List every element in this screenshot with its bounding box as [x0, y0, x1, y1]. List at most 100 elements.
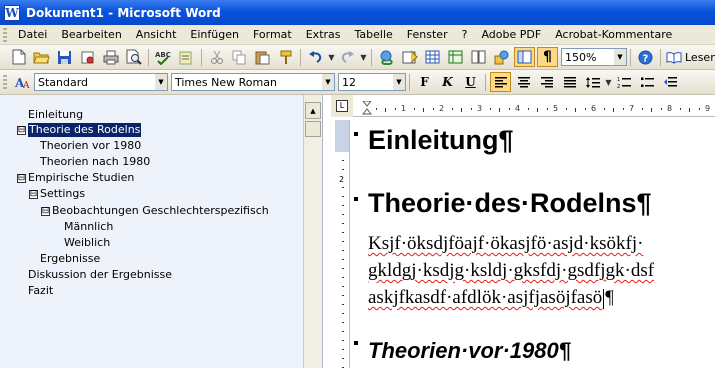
- left-tab-stop-icon[interactable]: L: [336, 100, 348, 112]
- bullets-icon[interactable]: [637, 72, 658, 92]
- toolbar-grip-icon[interactable]: [3, 75, 7, 89]
- line-spacing-dropdown-icon[interactable]: ▼: [604, 78, 613, 87]
- hyperlink-icon[interactable]: [376, 47, 397, 67]
- menu-adobe-pdf[interactable]: Adobe PDF: [474, 28, 548, 41]
- paste-icon[interactable]: [252, 47, 273, 67]
- doc-map-item-theorie-des-rodelns[interactable]: ⊟ Theorie des Rodelns: [17, 123, 142, 137]
- doc-map-item-einleitung[interactable]: Einleitung: [28, 108, 83, 122]
- tables-borders-icon[interactable]: [399, 47, 420, 67]
- body-line-1[interactable]: Ksjf·öksdjföajf·ökasjfö·asjd·ksökfj·: [368, 233, 643, 255]
- permission-icon[interactable]: [77, 47, 98, 67]
- menubar-grip-icon[interactable]: [3, 27, 7, 42]
- zoom-dropdown-icon[interactable]: ▼: [614, 49, 626, 65]
- menu-ansicht[interactable]: Ansicht: [129, 28, 184, 41]
- body-line-3-text: askjfkasdf·afdlök·asjfjasöjfasö: [368, 287, 603, 308]
- numbering-icon[interactable]: 12: [614, 72, 635, 92]
- font-dropdown-icon[interactable]: ▼: [322, 74, 334, 90]
- spelling-check-icon[interactable]: ABC: [153, 47, 174, 67]
- save-disk-icon[interactable]: [54, 47, 75, 67]
- scroll-up-arrow-icon[interactable]: ▲: [305, 102, 321, 119]
- doc-map-item-empirische-studien[interactable]: ⊟ Empirische Studien: [17, 171, 134, 185]
- show-formatting-pilcrow-icon[interactable]: ¶: [537, 47, 558, 67]
- style-dropdown-icon[interactable]: ▼: [155, 74, 167, 90]
- collapse-icon[interactable]: ⊟: [29, 189, 38, 199]
- body-line-2[interactable]: gkldgj·ksdjg·ksldj·gksfdj·gsdfjgk·dsf: [368, 260, 654, 282]
- align-left-icon[interactable]: [490, 72, 511, 92]
- format-painter-icon[interactable]: [275, 47, 296, 67]
- menu-tabelle[interactable]: Tabelle: [348, 28, 400, 41]
- insert-excel-icon[interactable]: [445, 47, 466, 67]
- undo-icon[interactable]: [305, 47, 326, 67]
- doc-map-item-theorien-nach-1980[interactable]: Theorien nach 1980: [40, 155, 150, 169]
- font-size-select[interactable]: 12 ▼: [338, 73, 406, 91]
- font-size-value: 12: [342, 75, 356, 89]
- menu-extras[interactable]: Extras: [299, 28, 348, 41]
- doc-map-item-theorien-vor-1980[interactable]: Theorien vor 1980: [40, 139, 141, 153]
- indent-marker-icon[interactable]: [362, 101, 372, 117]
- tab-selector[interactable]: L: [331, 95, 353, 117]
- body-line-3[interactable]: askjfkasdf·afdlök·asjfjasöjfasö ¶: [368, 287, 614, 309]
- font-size-dropdown-icon[interactable]: ▼: [393, 74, 405, 90]
- drawing-icon[interactable]: [491, 47, 512, 67]
- collapse-icon[interactable]: ⊟: [17, 173, 26, 183]
- doc-map-item-maennlich[interactable]: Männlich: [64, 220, 113, 234]
- undo-dropdown-icon[interactable]: ▼: [327, 53, 336, 62]
- doc-map-item-fazit[interactable]: Fazit: [28, 284, 53, 298]
- heading-einleitung[interactable]: Einleitung¶: [368, 125, 514, 156]
- menu-fenster[interactable]: Fenster: [400, 28, 455, 41]
- vertical-ruler[interactable]: 2: [335, 120, 350, 368]
- document-map-scrollbar[interactable]: ▲: [303, 95, 321, 368]
- menu-einfuegen[interactable]: Einfügen: [183, 28, 246, 41]
- svg-text:A: A: [22, 81, 30, 90]
- collapse-icon[interactable]: ⊟: [41, 206, 50, 216]
- doc-map-item-beobachtungen[interactable]: ⊟ Beobachtungen Geschlechterspezifisch: [41, 204, 269, 218]
- read-mode-button[interactable]: Lesen: [666, 51, 715, 64]
- underline-button[interactable]: U: [460, 72, 481, 92]
- print-preview-icon[interactable]: [123, 47, 144, 67]
- doc-map-item-ergebnisse[interactable]: Ergebnisse: [40, 252, 100, 266]
- columns-icon[interactable]: [468, 47, 489, 67]
- title-bar[interactable]: W Dokument1 - Microsoft Word: [0, 0, 715, 25]
- align-center-icon[interactable]: [513, 72, 534, 92]
- document-map-toggle-icon[interactable]: [514, 47, 535, 67]
- ruler-tick: [342, 295, 344, 296]
- doc-map-item-diskussion[interactable]: Diskussion der Ergebnisse: [28, 268, 172, 282]
- svg-text:2: 2: [617, 84, 620, 89]
- copy-icon[interactable]: [229, 47, 250, 67]
- decrease-indent-icon[interactable]: [660, 72, 681, 92]
- font-select[interactable]: Times New Roman ▼: [171, 73, 335, 91]
- styles-formatting-pane-icon[interactable]: AA: [12, 72, 33, 92]
- menu-acrobat-kommentare[interactable]: Acrobat-Kommentare: [548, 28, 679, 41]
- collapse-icon[interactable]: ⊟: [17, 125, 26, 135]
- insert-table-icon[interactable]: [422, 47, 443, 67]
- italic-button[interactable]: K: [437, 72, 458, 92]
- bold-button[interactable]: F: [414, 72, 435, 92]
- horizontal-ruler[interactable]: 1 2 3 4 5 6 7 8 9: [353, 101, 715, 117]
- redo-dropdown-icon[interactable]: ▼: [359, 53, 368, 62]
- menu-format[interactable]: Format: [246, 28, 299, 41]
- menu-help[interactable]: ?: [455, 28, 475, 41]
- help-icon[interactable]: ?: [635, 47, 656, 67]
- ruler-number: 9: [705, 104, 711, 113]
- scrollbar-thumb[interactable]: [305, 121, 321, 137]
- zoom-select[interactable]: 150% ▼: [561, 48, 627, 66]
- redo-icon[interactable]: [337, 47, 358, 67]
- align-right-icon[interactable]: [536, 72, 557, 92]
- heading-theorien-vor-1980[interactable]: Theorien·vor·1980¶: [368, 338, 571, 364]
- doc-map-item-weiblich[interactable]: Weiblich: [64, 236, 110, 250]
- ruler-tick: [575, 108, 576, 112]
- menu-bearbeiten[interactable]: Bearbeiten: [54, 28, 128, 41]
- doc-map-item-settings[interactable]: ⊟ Settings: [29, 187, 85, 201]
- style-select[interactable]: Standard ▼: [34, 73, 168, 91]
- heading-theorie-des-rodelns[interactable]: Theorie·des·Rodelns¶: [368, 188, 652, 219]
- pilcrow-mark: ¶: [605, 287, 614, 308]
- print-icon[interactable]: [100, 47, 121, 67]
- research-icon[interactable]: [176, 47, 197, 67]
- line-spacing-icon[interactable]: [582, 72, 603, 92]
- open-folder-icon[interactable]: [31, 47, 52, 67]
- word-app-icon[interactable]: W: [4, 4, 20, 21]
- new-document-icon[interactable]: [8, 47, 29, 67]
- cut-icon[interactable]: [206, 47, 227, 67]
- justify-icon[interactable]: [559, 72, 580, 92]
- menu-datei[interactable]: Datei: [11, 28, 54, 41]
